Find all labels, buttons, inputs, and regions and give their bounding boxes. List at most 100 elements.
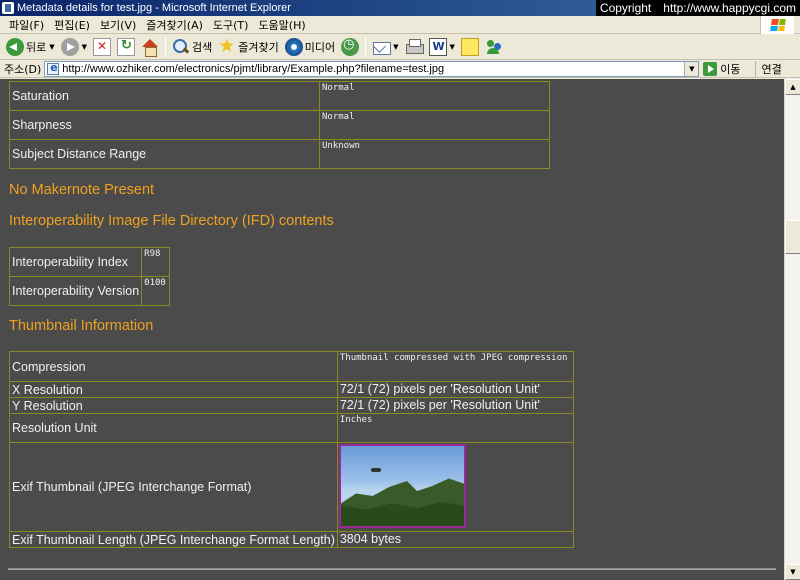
menu-favorites[interactable]: 즐겨찾기(A) [141, 17, 208, 33]
row-value: 72/1 (72) pixels per 'Resolution Unit' [336, 397, 575, 414]
edit-button[interactable]: ▼ [426, 36, 458, 58]
print-button[interactable] [402, 36, 426, 58]
row-value: Unknown [319, 139, 550, 169]
copyright-banner: Copyright http://www.happycgi.com [595, 0, 800, 16]
helicopter-shape [370, 468, 381, 472]
row-label: Compression [9, 351, 338, 382]
row-label: Y Resolution [9, 397, 338, 414]
row-label: Exif Thumbnail (JPEG Interchange Format) [9, 442, 338, 532]
scrollbar-thumb[interactable] [785, 220, 800, 254]
row-label: Saturation [9, 81, 320, 111]
ie-page-icon [47, 61, 60, 75]
history-button[interactable] [338, 36, 362, 58]
go-button[interactable]: 이동 [703, 61, 741, 77]
forward-dropdown-icon[interactable]: ▼ [82, 43, 87, 51]
scroll-down-arrow-icon[interactable]: ▼ [785, 564, 800, 580]
row-label: Interoperability Index [8, 247, 143, 277]
address-url[interactable]: http://www.ozhiker.com/electronics/pjmt/… [62, 63, 444, 75]
star-icon [218, 35, 236, 57]
links-button[interactable]: 연결 [754, 60, 782, 77]
standard-toolbar: 뒤로 ▼ ▼ 검색 즐겨찾기 미디어 ▼ ▼ [0, 34, 800, 60]
row-label: Exif Thumbnail Length (JPEG Interchange … [9, 531, 338, 548]
back-dropdown-icon[interactable]: ▼ [49, 43, 54, 51]
go-arrow-icon [703, 61, 718, 76]
address-input[interactable]: http://www.ozhiker.com/electronics/pjmt/… [44, 60, 700, 77]
messenger-button[interactable] [482, 36, 506, 58]
windows-logo-icon [760, 16, 794, 34]
back-button[interactable]: 뒤로 ▼ [3, 36, 58, 58]
menu-view[interactable]: 보기(V) [95, 17, 141, 33]
horizontal-rule [8, 568, 776, 570]
mail-icon [372, 38, 392, 56]
vertical-scrollbar[interactable]: ▲ ▼ [784, 79, 800, 580]
search-label: 검색 [192, 40, 213, 54]
table-row: X Resolution 72/1 (72) pixels per 'Resol… [9, 381, 575, 398]
row-value: Normal [319, 81, 550, 111]
go-label: 이동 [720, 62, 741, 76]
interop-table: Interoperability Index R98 Interoperabil… [8, 247, 170, 306]
row-value: Normal [319, 110, 550, 140]
media-icon [284, 37, 303, 56]
back-arrow-icon [6, 37, 24, 56]
home-button[interactable] [138, 36, 162, 58]
page-content: Saturation Normal Sharpness Normal Subje… [0, 79, 784, 580]
back-label: 뒤로 [26, 40, 47, 54]
refresh-button[interactable] [114, 36, 138, 58]
favorites-button[interactable]: 즐겨찾기 [215, 35, 281, 58]
search-button[interactable]: 검색 [169, 36, 215, 58]
toolbar-separator [365, 36, 367, 57]
thumbnail-table: Compression Thumbnail compressed with JP… [9, 351, 575, 548]
row-label: X Resolution [9, 381, 338, 398]
printer-icon [405, 38, 424, 56]
forward-arrow-icon [60, 37, 79, 56]
exif-table: Saturation Normal Sharpness Normal Subje… [9, 81, 550, 169]
row-label: Resolution Unit [9, 413, 338, 443]
table-row: Exif Thumbnail Length (JPEG Interchange … [9, 531, 575, 548]
mail-dropdown-icon[interactable]: ▼ [393, 43, 398, 51]
menu-bar: 파일(F) 편집(E) 보기(V) 즐겨찾기(A) 도구(T) 도움말(H) [0, 16, 800, 34]
table-row: Compression Thumbnail compressed with JP… [9, 351, 575, 382]
copyright-url: http://www.happycgi.com [663, 1, 796, 15]
menu-edit[interactable]: 편집(E) [49, 17, 95, 33]
table-row: Subject Distance Range Unknown [9, 139, 550, 169]
exif-thumbnail-image [338, 444, 466, 528]
address-label: 주소(D) [4, 62, 42, 76]
search-icon [172, 38, 190, 56]
window-title: Metadata details for test.jpg - Microsof… [17, 2, 291, 14]
menu-help[interactable]: 도움말(H) [253, 17, 310, 33]
forward-button[interactable]: ▼ [58, 36, 90, 58]
stop-button[interactable] [90, 36, 114, 58]
media-label: 미디어 [304, 40, 336, 54]
table-row: Sharpness Normal [9, 110, 550, 140]
table-row: Exif Thumbnail (JPEG Interchange Format) [9, 442, 575, 532]
copyright-label: Copyright [599, 1, 652, 15]
address-dropdown-icon[interactable]: ▼ [684, 61, 699, 76]
row-label: Subject Distance Range [9, 139, 320, 169]
discuss-button[interactable] [458, 36, 482, 58]
table-row: Saturation Normal [9, 81, 550, 111]
menu-file[interactable]: 파일(F) [4, 17, 49, 33]
edit-dropdown-icon[interactable]: ▼ [450, 43, 455, 51]
favorites-label: 즐겨찾기 [238, 40, 279, 54]
media-button[interactable]: 미디어 [282, 36, 338, 58]
menu-tools[interactable]: 도구(T) [208, 17, 254, 33]
row-value: 72/1 (72) pixels per 'Resolution Unit' [336, 381, 575, 398]
row-value: 0100 [141, 276, 170, 306]
window-title-bar[interactable]: Metadata details for test.jpg - Microsof… [0, 0, 800, 16]
note-icon [460, 37, 479, 56]
refresh-icon [117, 37, 136, 56]
makernote-heading: No Makernote Present [9, 182, 155, 198]
interop-heading: Interoperability Image File Directory (I… [9, 213, 334, 229]
toolbar-separator [165, 36, 167, 57]
table-row: Resolution Unit Inches [9, 413, 575, 443]
scroll-up-arrow-icon[interactable]: ▲ [785, 79, 800, 95]
mail-button[interactable]: ▼ [369, 36, 401, 58]
table-row: Y Resolution 72/1 (72) pixels per 'Resol… [9, 397, 575, 414]
table-row: Interoperability Index R98 [8, 247, 170, 277]
thumbnail-heading: Thumbnail Information [9, 318, 154, 334]
ie-page-icon [2, 2, 14, 14]
history-icon [341, 37, 360, 56]
word-edit-icon [428, 37, 447, 56]
messenger-icon [485, 38, 503, 56]
stop-icon [93, 37, 112, 56]
